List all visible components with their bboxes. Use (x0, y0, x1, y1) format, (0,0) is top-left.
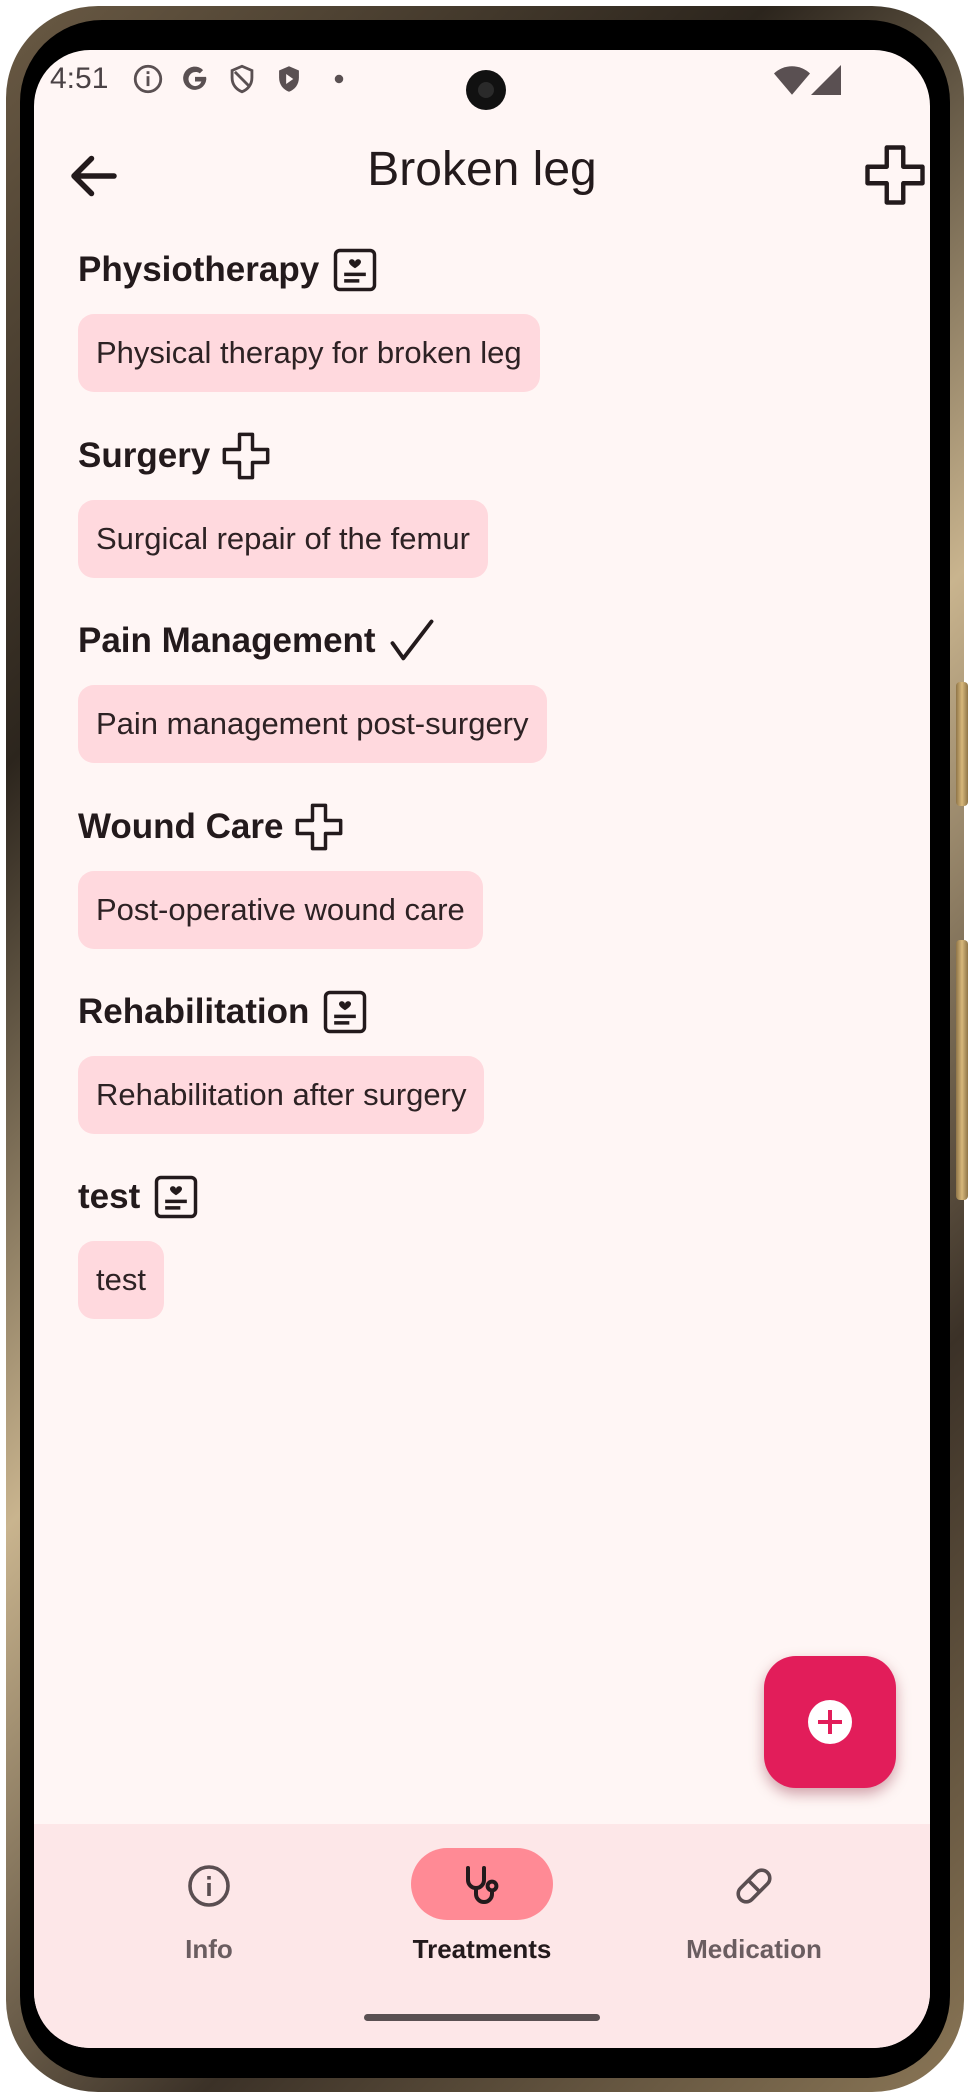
nav-item-medication[interactable]: Medication (614, 1824, 894, 2004)
info-icon (188, 1865, 230, 1907)
treatment-description-chip: test (78, 1241, 164, 1319)
treatment-item-surgery[interactable]: Surgery Surgical repair of the femur (78, 426, 488, 578)
nav-label: Treatments (412, 1934, 552, 1964)
treatment-item-pain-management[interactable]: Pain Management Pain management post-sur… (78, 611, 547, 763)
power-button (956, 940, 968, 1200)
page-title: Broken leg (367, 143, 597, 196)
treatment-item-physiotherapy[interactable]: Physiotherapy Physical therapy for broke… (78, 240, 540, 392)
treatment-description-chip: Surgical repair of the femur (78, 500, 488, 578)
medical-cross-icon (222, 432, 270, 480)
treatment-item-wound-care[interactable]: Wound Care Post-operative wound care (78, 797, 483, 949)
dot-icon (334, 74, 344, 84)
nav-item-info[interactable]: Info (69, 1824, 349, 2004)
play-shield-icon (279, 66, 299, 92)
status-time: 4:51 (50, 62, 109, 95)
nav-item-treatments[interactable]: Treatments (342, 1824, 622, 2004)
treatment-name: Rehabilitation (78, 992, 310, 1031)
treatment-name: Physiotherapy (78, 250, 320, 289)
add-treatment-cross-icon[interactable] (862, 142, 928, 208)
bottom-navigation: Info Treatments Medication (34, 1824, 930, 2048)
pill-icon (736, 1868, 772, 1904)
treatment-description-chip: Physical therapy for broken leg (78, 314, 540, 392)
stethoscope-icon (466, 1866, 499, 1904)
home-indicator[interactable] (364, 2014, 600, 2021)
nav-label: Info (185, 1934, 233, 1964)
treatment-item-test[interactable]: test test (78, 1167, 202, 1319)
treatment-name: test (78, 1177, 141, 1216)
add-treatment-fab[interactable] (764, 1656, 896, 1788)
add-circle-icon (808, 1700, 852, 1744)
treatment-item-rehabilitation[interactable]: Rehabilitation Rehabilitation after surg… (78, 982, 485, 1134)
treatment-description-chip: Pain management post-surgery (78, 685, 547, 763)
wifi-icon (774, 66, 810, 95)
front-camera (466, 70, 506, 110)
shield-icon (230, 64, 254, 94)
screen: 4:51 Broken leg Physiotherapy Physical t… (34, 50, 930, 2048)
google-icon (183, 66, 207, 90)
medical-record-icon (333, 248, 377, 292)
treatment-name: Pain Management (78, 621, 376, 660)
treatment-name: Surgery (78, 436, 211, 475)
medical-record-icon (155, 1175, 198, 1219)
treatment-description-chip: Rehabilitation after surgery (78, 1056, 485, 1134)
volume-button (956, 682, 968, 806)
checkmark-icon (390, 619, 434, 661)
treatment-name: Wound Care (78, 807, 284, 846)
medical-cross-icon (296, 803, 343, 851)
nav-label: Medication (686, 1934, 822, 1964)
signal-icon (811, 65, 841, 95)
status-bar: 4:51 (34, 50, 930, 130)
treatment-description-chip: Post-operative wound care (78, 871, 483, 949)
medical-record-icon (324, 990, 367, 1034)
info-circle-icon (133, 64, 163, 94)
